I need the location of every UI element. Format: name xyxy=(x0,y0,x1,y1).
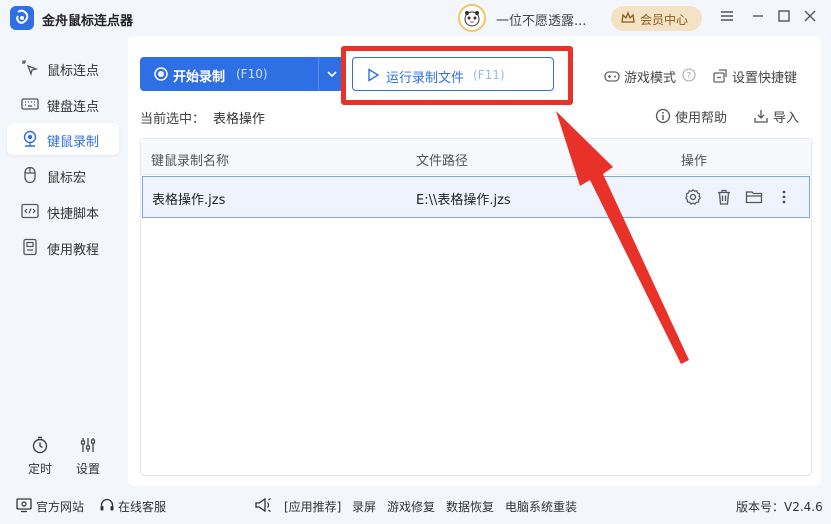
official-website-link[interactable]: 官方网站 xyxy=(36,498,84,515)
app-recommend-label: [应用推荐] xyxy=(284,500,342,514)
footer: 官方网站 在线客服 [应用推荐] 录屏 游戏修复 数据恢复 电脑系统重装 版本号… xyxy=(0,488,831,524)
version-label: 版本号：V2.4.6 xyxy=(736,500,823,514)
footer-link-game-repair[interactable]: 游戏修复 xyxy=(387,498,435,515)
headset-icon xyxy=(99,497,115,516)
footer-link-system-reinstall[interactable]: 电脑系统重装 xyxy=(505,498,577,515)
website-icon xyxy=(16,497,32,516)
annotation-arrow xyxy=(556,111,689,364)
online-support-link[interactable]: 在线客服 xyxy=(118,498,166,515)
footer-link-data-recovery[interactable]: 数据恢复 xyxy=(446,498,494,515)
footer-link-screen-record[interactable]: 录屏 xyxy=(352,498,376,515)
megaphone-icon xyxy=(254,497,272,516)
